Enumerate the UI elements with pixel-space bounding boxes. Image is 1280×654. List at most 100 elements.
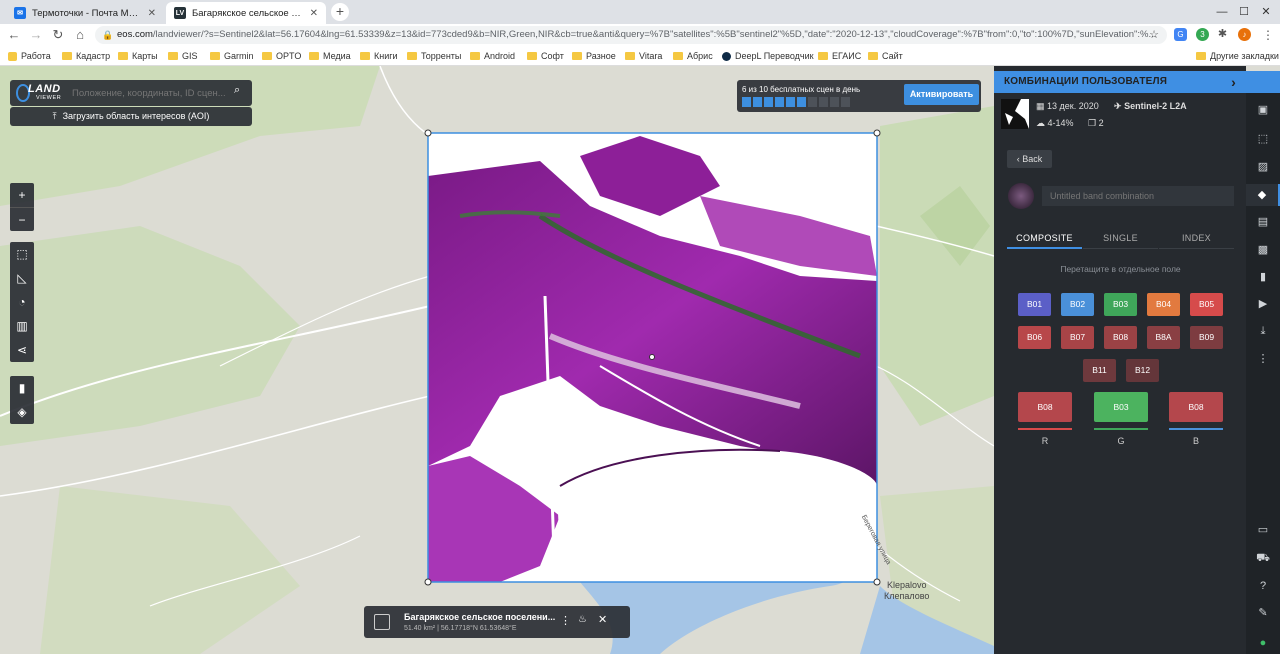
quota-segment [764, 97, 773, 107]
sidebar-image-icon[interactable]: ▨ [1246, 156, 1280, 178]
bookmark-item[interactable]: Медиа [309, 49, 351, 63]
bookmark-item[interactable]: OPTO [262, 49, 301, 63]
band-chip-b03[interactable]: B03 [1104, 293, 1137, 316]
bookmark-label: Карты [132, 51, 158, 61]
band-chip-b04[interactable]: B04 [1147, 293, 1180, 316]
translate-extension-icon[interactable]: G [1174, 28, 1187, 41]
cube-icon[interactable]: ◈ [10, 400, 34, 424]
tab-index[interactable]: INDEX [1159, 227, 1234, 249]
rgb-slot-r[interactable]: B08 [1018, 392, 1072, 422]
more-options-icon[interactable]: ⋮ [560, 614, 571, 627]
sidebar-photo-icon[interactable]: ▩ [1246, 239, 1280, 261]
reload-icon[interactable]: ↻ [50, 27, 66, 43]
close-tab-icon[interactable]: ✕ [148, 8, 156, 19]
bookmark-item[interactable]: Карты [118, 49, 158, 63]
scene-thumbnail[interactable] [1001, 99, 1029, 129]
bookmark-label: Абрис [687, 51, 713, 61]
map-canvas[interactable]: Klepalovo Клепалово Береговая улица [0, 66, 994, 654]
sidebar-layers-icon[interactable]: ◆ [1246, 184, 1280, 206]
sidebar-more-icon[interactable]: ⋮ [1246, 348, 1280, 370]
band-chip-b12[interactable]: B12 [1126, 359, 1159, 382]
band-chip-b06[interactable]: B06 [1018, 326, 1051, 349]
band-chip-b08[interactable]: B08 [1104, 326, 1137, 349]
quota-bar [742, 97, 850, 107]
profile-avatar-icon[interactable]: ♪ [1238, 28, 1251, 41]
back-button[interactable]: ‹ Back [1007, 150, 1052, 168]
sidebar-chart-icon[interactable]: ▮ [1246, 266, 1280, 288]
bookmark-item[interactable]: DeepL Переводчик [722, 49, 814, 63]
rgb-slot-g[interactable]: B03 [1094, 392, 1148, 422]
time-lapse-icon[interactable]: ◔ [10, 290, 34, 314]
collapse-panel-icon[interactable]: › [1220, 71, 1246, 93]
folder-icon [262, 52, 272, 60]
browser-tab-mail[interactable]: ✉ Термоточки - Почта Mail.ru ✕ [6, 2, 164, 24]
bookmark-star-icon[interactable]: ☆ [1146, 27, 1162, 43]
bookmark-item[interactable]: Абрис [673, 49, 713, 63]
sidebar-play-icon[interactable]: ▶ [1246, 293, 1280, 315]
bookmark-item[interactable]: Софт [527, 49, 564, 63]
back-arrow-icon[interactable]: ← [6, 27, 22, 43]
tab-single[interactable]: SINGLE [1083, 227, 1158, 249]
zoom-in-button[interactable]: + [10, 183, 34, 207]
slot-underline [1094, 428, 1148, 430]
sidebar-download-icon[interactable]: ⤓ [1246, 320, 1280, 342]
upload-aoi-button[interactable]: ⤒ Загрузить область интересов (AOI) [10, 107, 252, 126]
browser-menu-icon[interactable]: ⋮ [1260, 27, 1276, 43]
activate-button[interactable]: Активировать [904, 84, 979, 105]
browser-tab-landviewer[interactable]: LV Багарякское сельское поселение ✕ [166, 2, 326, 24]
sidebar-help-icon[interactable]: ? [1246, 575, 1280, 597]
measure-icon[interactable]: ◺ [10, 266, 34, 290]
chart-icon[interactable]: ▮ [10, 376, 34, 400]
rgb-slot-b[interactable]: B08 [1169, 392, 1223, 422]
new-tab-button[interactable]: + [331, 3, 349, 21]
sidebar-user-icon[interactable]: ● [1246, 632, 1280, 654]
bookmark-item[interactable]: Кадастр [62, 49, 110, 63]
band-chip-b09[interactable]: B09 [1190, 326, 1223, 349]
sidebar-scenes-icon[interactable]: ▣ [1246, 99, 1280, 121]
close-window-icon[interactable]: ✕ [1252, 0, 1280, 24]
forward-arrow-icon[interactable]: → [28, 27, 44, 43]
bookmark-label: OPTO [276, 51, 302, 61]
address-bar[interactable]: 🔒 eos.com/landviewer/?s=Sentinel2&lat=56… [95, 26, 1167, 44]
bookmark-item[interactable]: Разное [572, 49, 616, 63]
bookmark-item[interactable]: Книги [360, 49, 398, 63]
bookmark-item[interactable]: GIS [168, 49, 198, 63]
book-icon[interactable]: ▥ [10, 314, 34, 338]
sidebar-book-icon[interactable]: ▤ [1246, 211, 1280, 233]
sidebar-cart-icon[interactable]: ⛟ [1246, 547, 1280, 569]
quota-segment [742, 97, 751, 107]
close-icon[interactable]: ✕ [598, 613, 607, 626]
bookmark-item[interactable]: ЕГАИС [818, 49, 861, 63]
satellite-label: Sentinel-2 L2A [1124, 101, 1187, 111]
bookmark-item[interactable]: Работа [8, 49, 51, 63]
basemap[interactable] [0, 66, 994, 654]
tab-composite[interactable]: COMPOSITE [1007, 227, 1082, 249]
band-chip-b07[interactable]: B07 [1061, 326, 1094, 349]
bookmark-item[interactable]: Garmin [210, 49, 254, 63]
bookmark-item[interactable]: Vitara [625, 49, 662, 63]
sidebar-chat-icon[interactable]: ▭ [1246, 519, 1280, 541]
other-bookmarks[interactable]: Другие закладки [1196, 49, 1279, 63]
bookmark-label: Работа [21, 51, 51, 61]
share-icon[interactable]: ⋖ [10, 338, 34, 362]
zoom-out-button[interactable]: − [10, 207, 34, 231]
band-chip-b02[interactable]: B02 [1061, 293, 1094, 316]
bookmark-item[interactable]: Android [470, 49, 515, 63]
search-icon[interactable]: ⌕ [234, 84, 240, 97]
band-chip-b05[interactable]: B05 [1190, 293, 1223, 316]
draw-aoi-icon[interactable]: ⬚ [10, 242, 34, 266]
extension-icon[interactable]: 3 [1196, 28, 1209, 41]
band-chip-b11[interactable]: B11 [1083, 359, 1116, 382]
search-input[interactable] [72, 84, 232, 102]
band-chip-b01[interactable]: B01 [1018, 293, 1051, 316]
combination-name-input[interactable] [1042, 186, 1234, 206]
sidebar-aoi-icon[interactable]: ⬚ [1246, 128, 1280, 150]
close-tab-icon[interactable]: ✕ [310, 8, 318, 19]
home-icon[interactable]: ⌂ [72, 27, 88, 43]
bookmark-item[interactable]: Торренты [407, 49, 461, 63]
bookmark-item[interactable]: Сайт [868, 49, 903, 63]
puzzle-extension-icon[interactable]: ✱ [1216, 28, 1229, 41]
sidebar-feedback-icon[interactable]: ✎ [1246, 602, 1280, 624]
band-chip-b8a[interactable]: B8A [1147, 326, 1180, 349]
bell-icon[interactable]: ♨ [578, 614, 587, 625]
